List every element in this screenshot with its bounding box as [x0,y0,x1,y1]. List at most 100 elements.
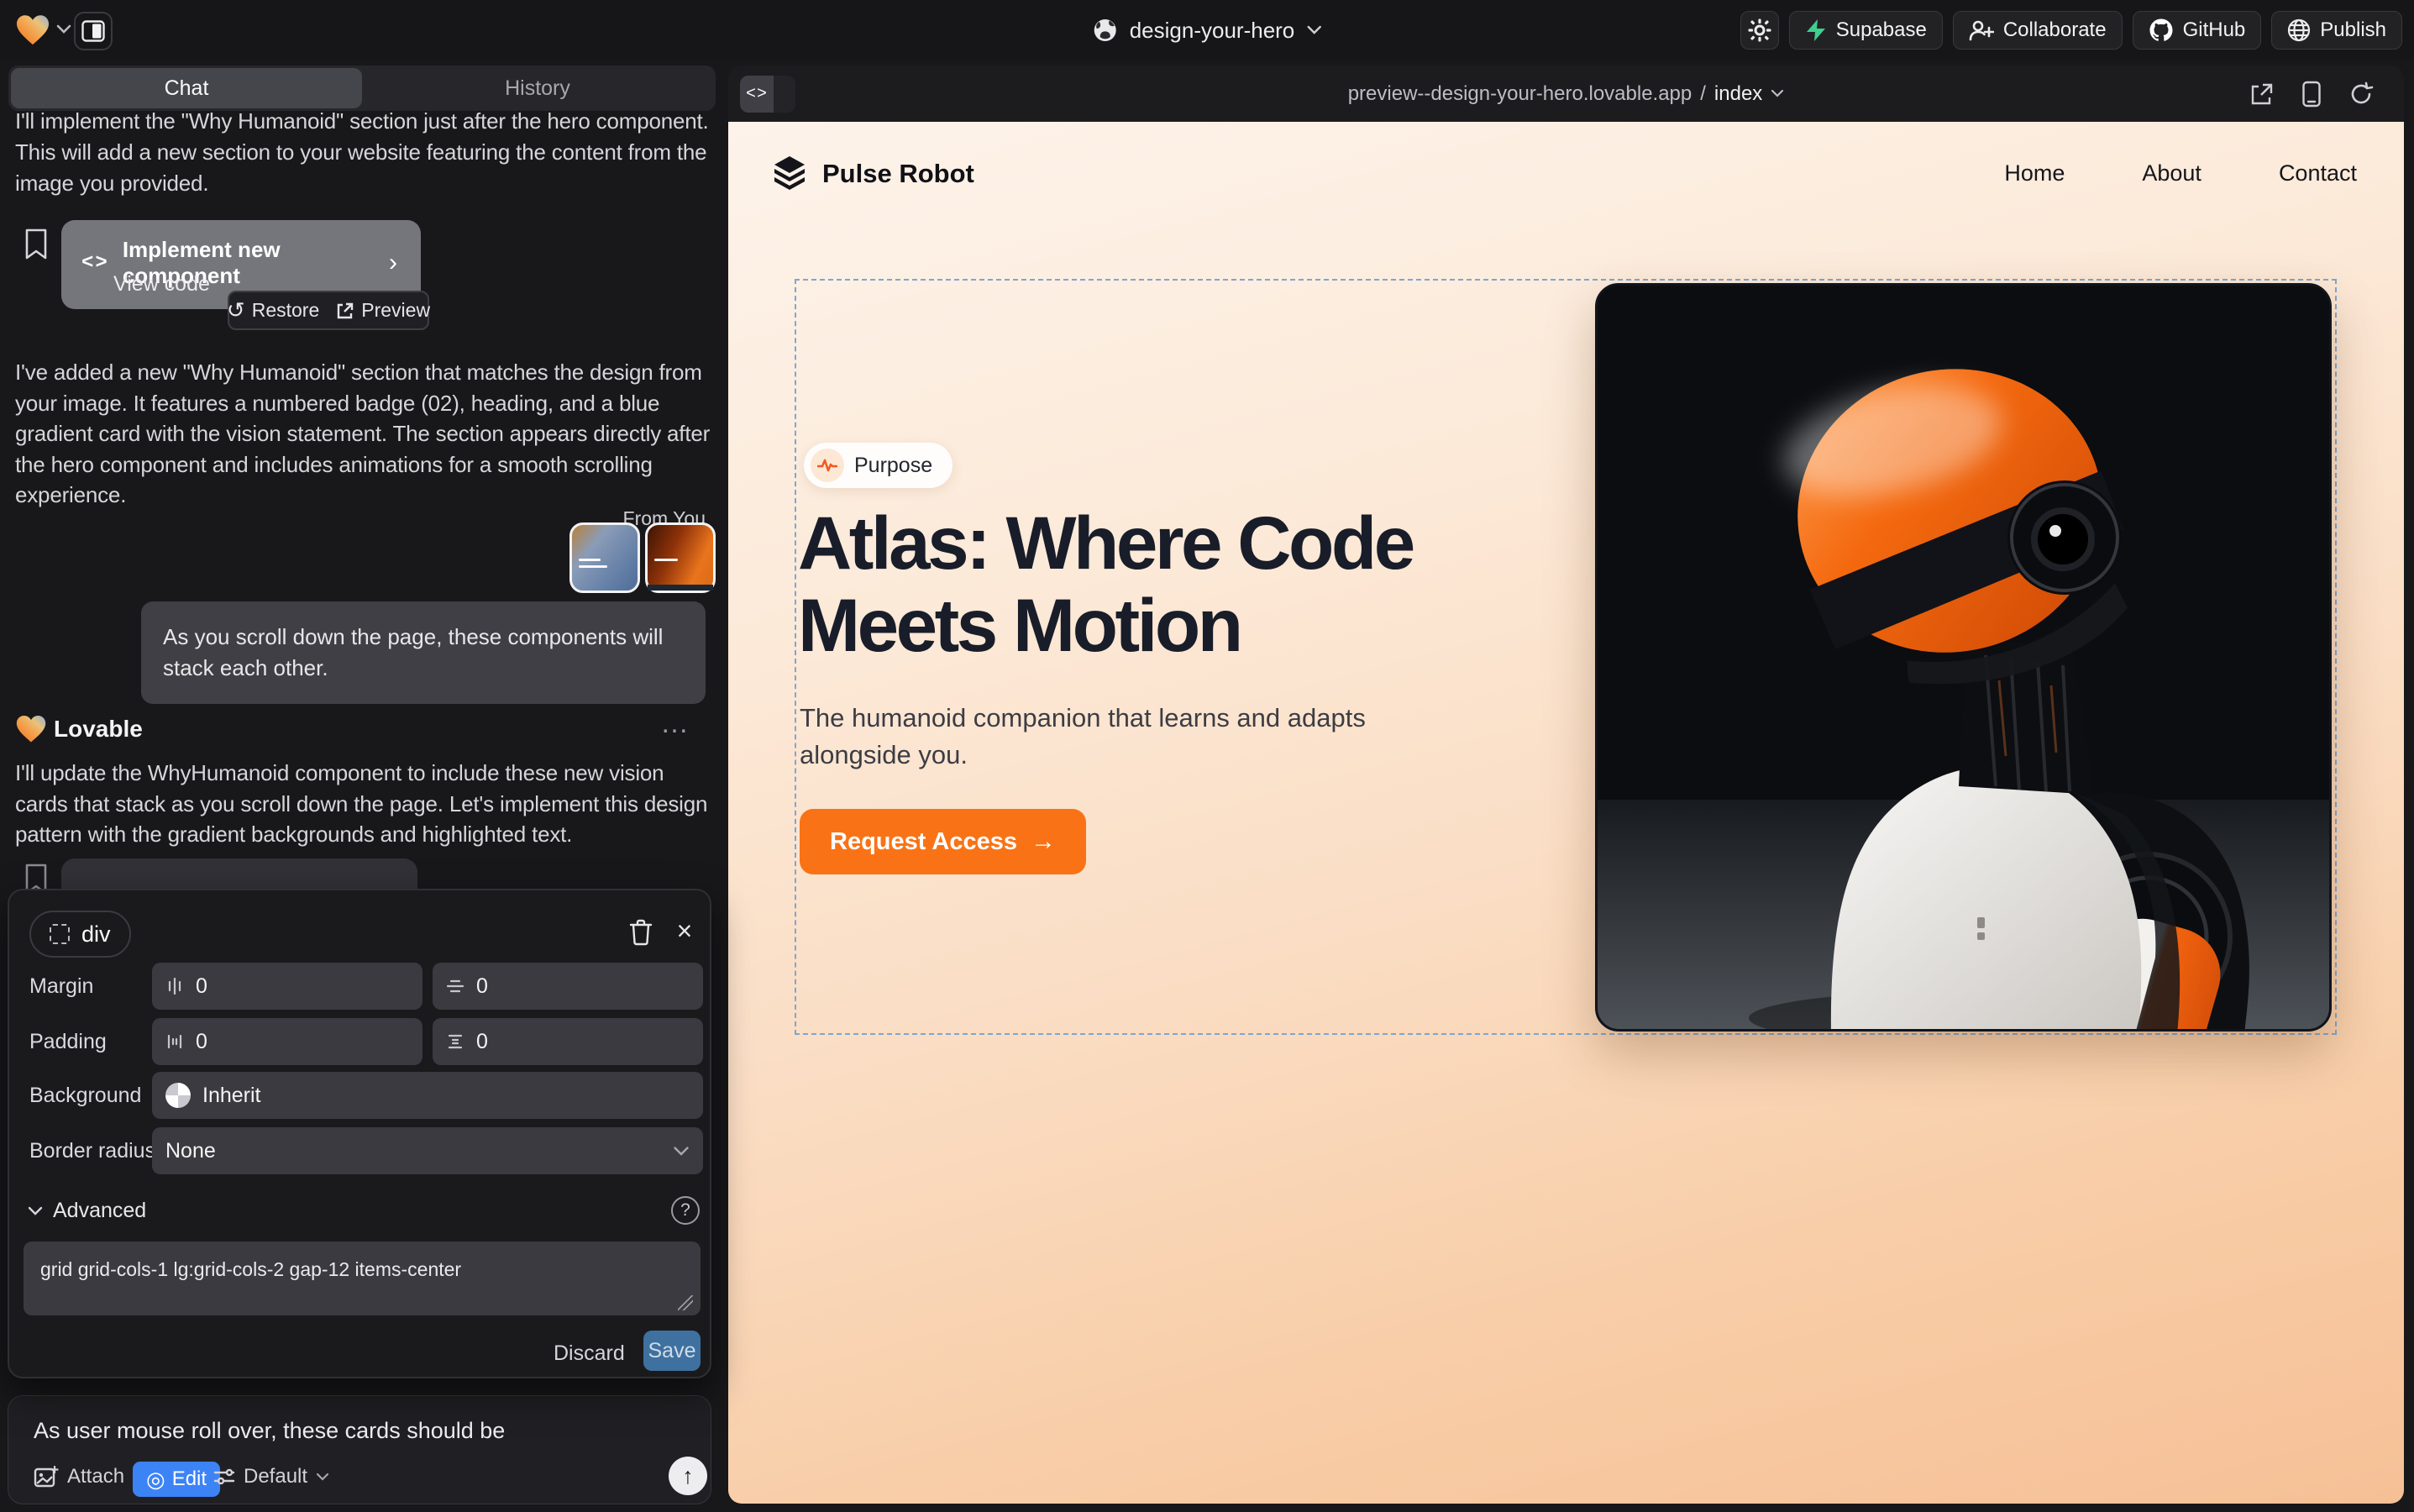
margin-y-value: 0 [476,974,488,999]
assistant-name: Lovable [54,716,143,743]
lovable-heart-icon [15,714,47,744]
assistant-message-2: I've added a new "Why Humanoid" section … [15,357,711,511]
attach-label: Attach [67,1465,124,1488]
thumb-text-line [579,559,601,561]
view-code-link[interactable]: View code [113,272,210,297]
code-view-toggle[interactable]: <> [740,76,795,113]
attachment-thumbnail-blue[interactable] [569,522,640,593]
selected-element-chip[interactable]: div [29,911,131,958]
chat-composer: As user mouse roll over, these cards sho… [8,1395,711,1504]
close-icon: × [677,916,693,947]
preview-url-bar[interactable]: preview--design-your-hero.lovable.app / … [728,66,2404,122]
settings-button[interactable] [1740,11,1779,50]
mode-chevron-down-icon [316,1473,329,1482]
padding-x-value: 0 [196,1030,207,1054]
restore-icon: ↺ [227,297,245,323]
github-icon [2149,18,2174,43]
github-button[interactable]: GitHub [2133,11,2262,50]
close-panel-button[interactable]: × [666,912,703,949]
user-note-bubble: As you scroll down the page, these compo… [141,601,706,704]
attach-image-icon [34,1465,59,1488]
code-icon: <> [740,76,774,113]
hero-subtitle: The humanoid companion that learns and a… [800,700,1371,774]
element-inspector-panel: div × Margin 0 0 Padding 0 0 Background … [8,889,711,1378]
border-radius-label: Border radius [29,1139,155,1163]
hero-heading: Atlas: Where Code Meets Motion [798,501,1413,666]
color-swatch-icon [165,1083,191,1108]
tab-history[interactable]: History [362,68,713,108]
thumb-text-line [579,565,607,568]
lovable-logo-icon[interactable] [15,13,50,47]
save-button[interactable]: Save [643,1331,701,1371]
nav-contact[interactable]: Contact [2279,160,2357,186]
restore-button[interactable]: ↺ Restore [227,297,319,323]
send-button[interactable]: ↑ [669,1457,707,1495]
edit-mode-button[interactable]: ◎ Edit [133,1462,220,1497]
globe-icon [1093,18,1118,43]
background-input[interactable]: Inherit [152,1072,703,1119]
gear-icon [1748,18,1771,42]
site-brand[interactable]: Pulse Robot [770,155,974,192]
border-radius-select[interactable]: None [152,1127,703,1174]
sidebar-toggle-button[interactable] [74,12,113,50]
advanced-label: Advanced [53,1199,146,1223]
hero-robot-image [1595,283,2332,1032]
supabase-label: Supabase [1836,18,1927,42]
arrow-up-icon: ↑ [682,1463,694,1489]
padding-y-input[interactable]: 0 [433,1018,703,1065]
tailwind-classes-textarea[interactable]: grid grid-cols-1 lg:grid-cols-2 gap-12 i… [24,1242,701,1315]
attach-button[interactable]: Attach [34,1465,124,1488]
project-switcher[interactable]: design-your-hero [1093,0,1322,60]
help-button[interactable]: ? [671,1196,700,1225]
edit-label: Edit [172,1467,207,1491]
robot-illustration [1598,286,2332,1032]
url-chevron-down-icon [1771,89,1784,98]
mode-label: Default [244,1465,307,1488]
layers-logo-icon [770,155,809,192]
model-mode-selector[interactable]: Default [213,1465,329,1488]
assistant-message-1: I'll implement the "Why Humanoid" sectio… [15,106,711,199]
panel-icon [81,20,105,42]
margin-x-input[interactable]: 0 [152,963,422,1010]
advanced-chevron-icon [28,1206,43,1216]
margin-y-input[interactable]: 0 [433,963,703,1010]
target-icon: ◎ [146,1467,165,1493]
delete-element-button[interactable] [624,916,658,949]
discard-button[interactable]: Discard [554,1334,625,1373]
bookmark-icon[interactable] [24,228,49,260]
request-access-button[interactable]: Request Access → [800,809,1086,874]
project-name: design-your-hero [1130,18,1295,44]
chat-input[interactable]: As user mouse roll over, these cards sho… [34,1418,672,1444]
message-menu-button[interactable]: … [660,707,690,740]
hero-heading-line1: Atlas: Where Code [798,501,1413,584]
preview-window: preview--design-your-hero.lovable.app / … [728,66,2404,1504]
tab-chat[interactable]: Chat [11,68,362,108]
attachment-thumbnail-orange[interactable] [645,522,716,593]
dashed-selection-icon [50,924,70,944]
nav-home[interactable]: Home [2004,160,2065,186]
border-radius-value: None [165,1139,216,1163]
logo-chevron-down-icon[interactable] [55,24,72,35]
code-icon: <> [81,252,109,275]
cta-label: Request Access [830,828,1017,856]
version-hover-actions: ↺ Restore Preview [228,291,429,330]
preview-url: preview--design-your-hero.lovable.app [1348,82,1692,106]
advanced-toggle[interactable]: Advanced [28,1199,146,1223]
sliders-icon [213,1467,235,1487]
purpose-badge: Purpose [804,443,952,488]
restore-label: Restore [252,299,320,322]
preview-button[interactable]: Preview [336,299,430,322]
textarea-resize-handle[interactable] [678,1295,693,1310]
collaborate-button[interactable]: Collaborate [1953,11,2123,50]
nav-about[interactable]: About [2142,160,2201,186]
nav-links: Home About Contact [2004,160,2357,186]
assistant-header: Lovable … [15,712,711,749]
open-in-new-tab-button[interactable] [2249,81,2275,107]
supabase-button[interactable]: Supabase [1789,11,1943,50]
mobile-view-button[interactable] [2301,81,2322,108]
padding-x-input[interactable]: 0 [152,1018,422,1065]
refresh-button[interactable] [2348,81,2374,107]
site-nav: Pulse Robot Home About Contact [728,122,2404,223]
preview-page: index [1714,82,1762,106]
publish-button[interactable]: Publish [2271,11,2402,50]
